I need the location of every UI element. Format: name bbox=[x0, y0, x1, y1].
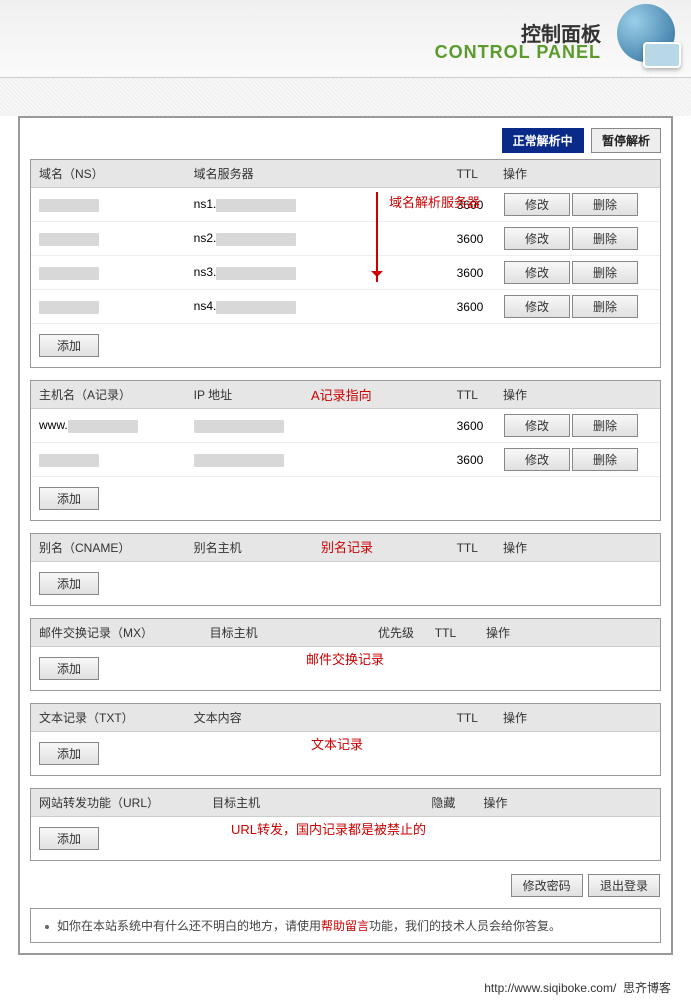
mx-col-host: 邮件交换记录（MX） bbox=[31, 619, 202, 647]
cname-col-ttl: TTL bbox=[449, 534, 495, 562]
txt-col-target: 文本内容 bbox=[186, 704, 366, 732]
help-link[interactable]: 帮助留言 bbox=[321, 919, 369, 933]
url-col-target: 目标主机 bbox=[204, 789, 423, 817]
logout-button[interactable]: 退出登录 bbox=[588, 874, 660, 897]
txt-col-ttl: TTL bbox=[449, 704, 495, 732]
mx-col-target: 目标主机 bbox=[202, 619, 370, 647]
status-active[interactable]: 正常解析中 bbox=[502, 128, 584, 153]
status-pause-button[interactable]: 暂停解析 bbox=[591, 128, 661, 153]
url-col-ops: 操作 bbox=[475, 789, 660, 817]
mx-section: 邮件交换记录 邮件交换记录（MX） 目标主机 优先级 TTL 操作 添加 bbox=[30, 618, 661, 691]
delete-button[interactable]: 删除 bbox=[572, 448, 638, 471]
add-button[interactable]: 添加 bbox=[39, 827, 99, 850]
ns-col-target: 域名服务器 bbox=[186, 160, 366, 188]
a-section: A记录指向 主机名（A记录） IP 地址 TTL 操作 www. 3600 修改… bbox=[30, 380, 661, 521]
ns-section: 域名解析服务器 域名（NS） 域名服务器 TTL 操作 ns1. 3600 修改… bbox=[30, 159, 661, 368]
cname-col-target: 别名主机 bbox=[186, 534, 366, 562]
modify-button[interactable]: 修改 bbox=[504, 295, 570, 318]
add-button[interactable]: 添加 bbox=[39, 657, 99, 680]
a-col-ops: 操作 bbox=[495, 381, 660, 409]
add-button[interactable]: 添加 bbox=[39, 742, 99, 765]
ns-col-ttl: TTL bbox=[449, 160, 495, 188]
a-col-host: 主机名（A记录） bbox=[31, 381, 186, 409]
add-button[interactable]: 添加 bbox=[39, 334, 99, 357]
table-row: 3600 修改删除 bbox=[31, 443, 660, 477]
url-col-hide: 隐藏 bbox=[423, 789, 475, 817]
table-row: www. 3600 修改删除 bbox=[31, 409, 660, 443]
delete-button[interactable]: 删除 bbox=[572, 193, 638, 216]
delete-button[interactable]: 删除 bbox=[572, 227, 638, 250]
a-col-ttl: TTL bbox=[449, 381, 495, 409]
modify-button[interactable]: 修改 bbox=[504, 261, 570, 284]
delete-button[interactable]: 删除 bbox=[572, 295, 638, 318]
table-row: ns2. 3600 修改删除 bbox=[31, 222, 660, 256]
url-col-host: 网站转发功能（URL） bbox=[31, 789, 204, 817]
delete-button[interactable]: 删除 bbox=[572, 261, 638, 284]
table-row: ns3. 3600 修改删除 bbox=[31, 256, 660, 290]
page-title-en: CONTROL PANEL bbox=[435, 42, 601, 63]
modify-button[interactable]: 修改 bbox=[504, 227, 570, 250]
table-row: ns4. 3600 修改删除 bbox=[31, 290, 660, 324]
mx-col-ttl: TTL bbox=[427, 619, 478, 647]
txt-col-ops: 操作 bbox=[495, 704, 660, 732]
mx-col-ops: 操作 bbox=[478, 619, 660, 647]
cname-col-ops: 操作 bbox=[495, 534, 660, 562]
arrow-icon bbox=[376, 192, 378, 282]
spacer bbox=[0, 78, 691, 116]
cname-section: 别名记录 别名（CNAME） 别名主机 TTL 操作 添加 bbox=[30, 533, 661, 606]
modify-button[interactable]: 修改 bbox=[504, 448, 570, 471]
credit: http://www.siqiboke.com/ 思齐博客 bbox=[0, 973, 691, 1008]
table-row: ns1. 3600 修改删除 bbox=[31, 188, 660, 222]
change-password-button[interactable]: 修改密码 bbox=[511, 874, 583, 897]
a-col-target: IP 地址 bbox=[186, 381, 366, 409]
modify-button[interactable]: 修改 bbox=[504, 193, 570, 216]
delete-button[interactable]: 删除 bbox=[572, 414, 638, 437]
help-row: 如你在本站系统中有什么还不明白的地方，请使用帮助留言功能，我们的技术人员会给你答… bbox=[30, 908, 661, 943]
ns-col-ops: 操作 bbox=[495, 160, 660, 188]
cname-col-host: 别名（CNAME） bbox=[31, 534, 186, 562]
txt-section: 文本记录 文本记录（TXT） 文本内容 TTL 操作 添加 bbox=[30, 703, 661, 776]
ns-col-host: 域名（NS） bbox=[31, 160, 186, 188]
modify-button[interactable]: 修改 bbox=[504, 414, 570, 437]
txt-col-host: 文本记录（TXT） bbox=[31, 704, 186, 732]
bullet-icon bbox=[45, 925, 49, 929]
globe-icon bbox=[611, 4, 683, 76]
add-button[interactable]: 添加 bbox=[39, 487, 99, 510]
mx-col-pri: 优先级 bbox=[370, 619, 427, 647]
add-button[interactable]: 添加 bbox=[39, 572, 99, 595]
